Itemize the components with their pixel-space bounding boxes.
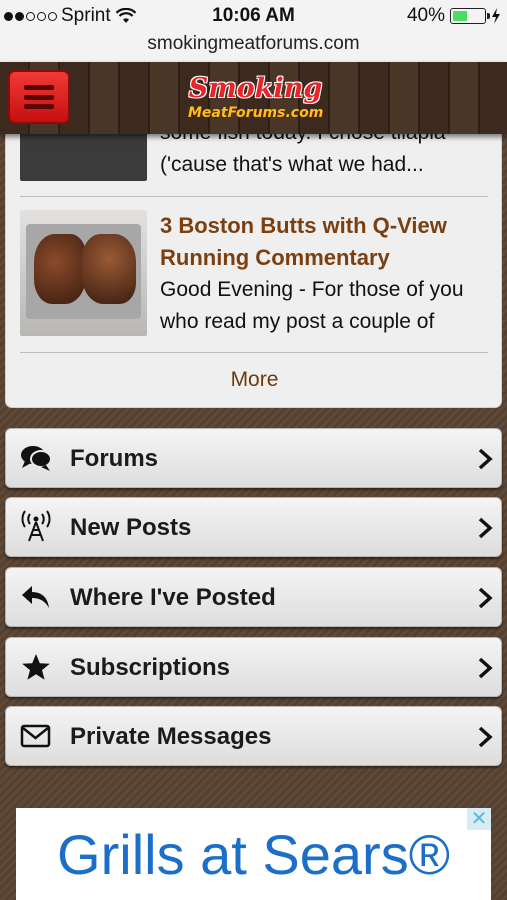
post-excerpt: ('cause that's what we had... [160,153,424,176]
nav-label: Where I've Posted [70,584,276,611]
envelope-icon [20,724,51,748]
advertisement-banner[interactable]: Grills at Sears® ✕ [16,808,491,900]
post-thumbnail[interactable] [20,210,147,336]
star-icon [22,654,50,680]
ad-text[interactable]: Grills at Sears® [16,822,491,887]
charging-bolt-icon [492,8,500,24]
nav-item-subscriptions[interactable]: Subscriptions [5,637,502,697]
broadcast-tower-icon [21,510,51,542]
site-logo[interactable]: Smoking MeatForums.com [188,74,323,128]
battery-percent: 40% [406,5,445,26]
nav-label: Subscriptions [70,654,231,681]
url-text: smokingmeatforums.com [147,33,360,54]
nav-label: Private Messages [70,723,272,750]
address-bar[interactable]: smokingmeatforums.com [0,32,507,62]
post-excerpt: Good Evening - For those of you [160,278,464,301]
post-excerpt: who read my post a couple of [160,310,435,333]
chevron-right-icon [478,657,493,679]
chevron-right-icon [478,517,493,539]
nav-label: New Posts [70,514,192,541]
divider [20,352,488,353]
more-link[interactable]: More [6,368,501,392]
logo-line2: MeatForums.com [188,105,324,121]
nav-label: Forums [70,445,159,472]
hamburger-icon [24,85,54,109]
nav-item-new-posts[interactable]: New Posts [5,497,502,557]
nav-item-private-messages[interactable]: Private Messages [5,706,502,766]
divider [20,196,488,197]
logo-line1: Smoking [188,73,323,104]
status-bar: Sprint 10:06 AM 40% [0,0,507,32]
chevron-right-icon [478,587,493,609]
nav-item-where-ive-posted[interactable]: Where I've Posted [5,567,502,627]
nav-item-forums[interactable]: Forums [5,428,502,488]
site-header: Smoking MeatForums.com [0,62,507,134]
battery-icon [450,8,490,24]
reply-arrow-icon [22,586,49,608]
recent-posts-card: some fish today. I chose tilapia ('cause… [5,100,502,408]
chevron-right-icon [478,726,493,748]
post-title[interactable]: Running Commentary [160,242,488,274]
chat-bubbles-icon [21,446,52,471]
list-item[interactable]: 3 Boston Butts with Q-View Running Comme… [20,210,488,337]
ad-close-icon[interactable]: ✕ [467,808,491,830]
chevron-right-icon [478,448,493,470]
post-title[interactable]: 3 Boston Butts with Q-View [160,210,488,242]
menu-button[interactable] [8,70,70,124]
